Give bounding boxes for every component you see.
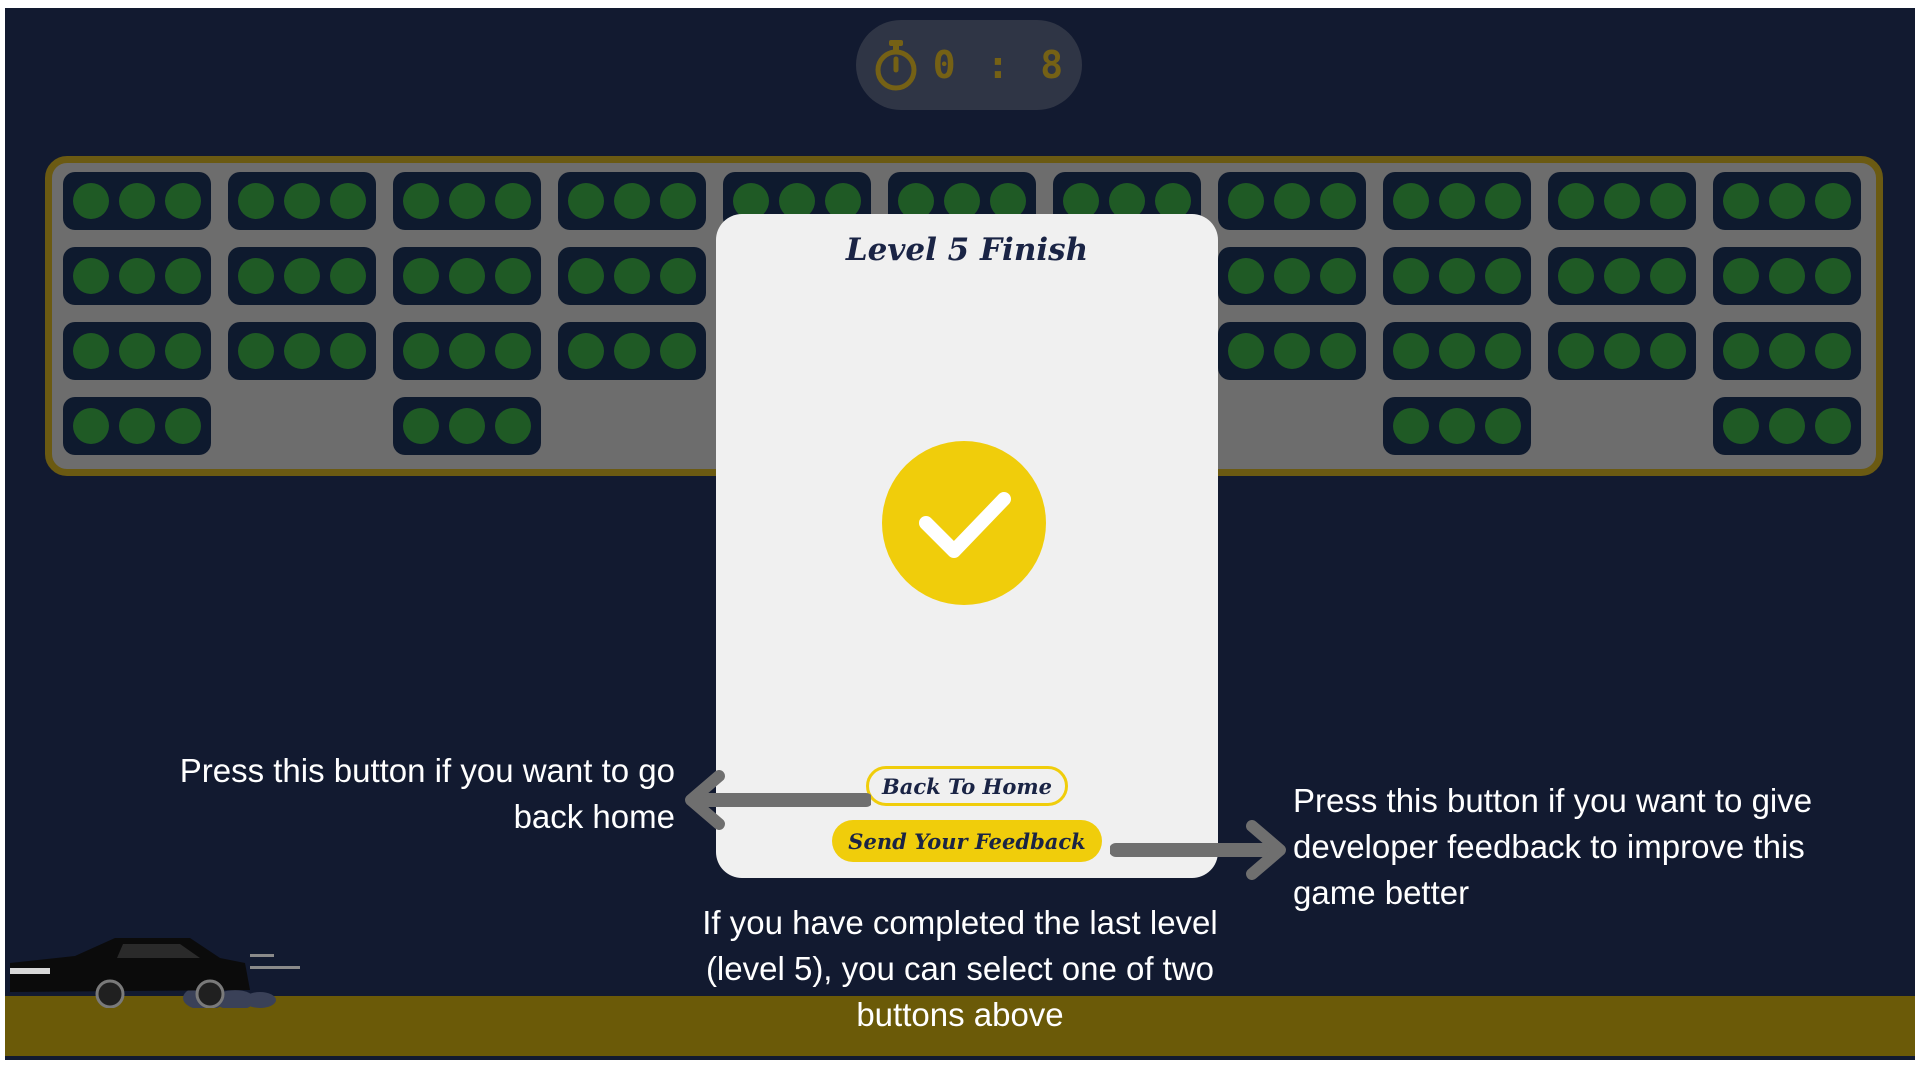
- game-screen: 0 : 8 Level 5 Finish Back To Home Send Y…: [5, 8, 1915, 1060]
- send-feedback-button[interactable]: Send Your Feedback: [832, 820, 1102, 862]
- arrow-left-icon: [685, 770, 871, 830]
- annotation-instructions: If you have completed the last level (le…: [702, 904, 1218, 1033]
- annotation-feedback: Press this button if you want to give de…: [1293, 782, 1813, 911]
- checkmark-icon: [882, 441, 1046, 605]
- arrow-right-icon: [1110, 820, 1286, 880]
- back-to-home-button[interactable]: Back To Home: [866, 766, 1068, 806]
- annotation-back-home: Press this button if you want to go back…: [179, 752, 675, 835]
- dialog-title: Level 5 Finish: [845, 232, 1089, 268]
